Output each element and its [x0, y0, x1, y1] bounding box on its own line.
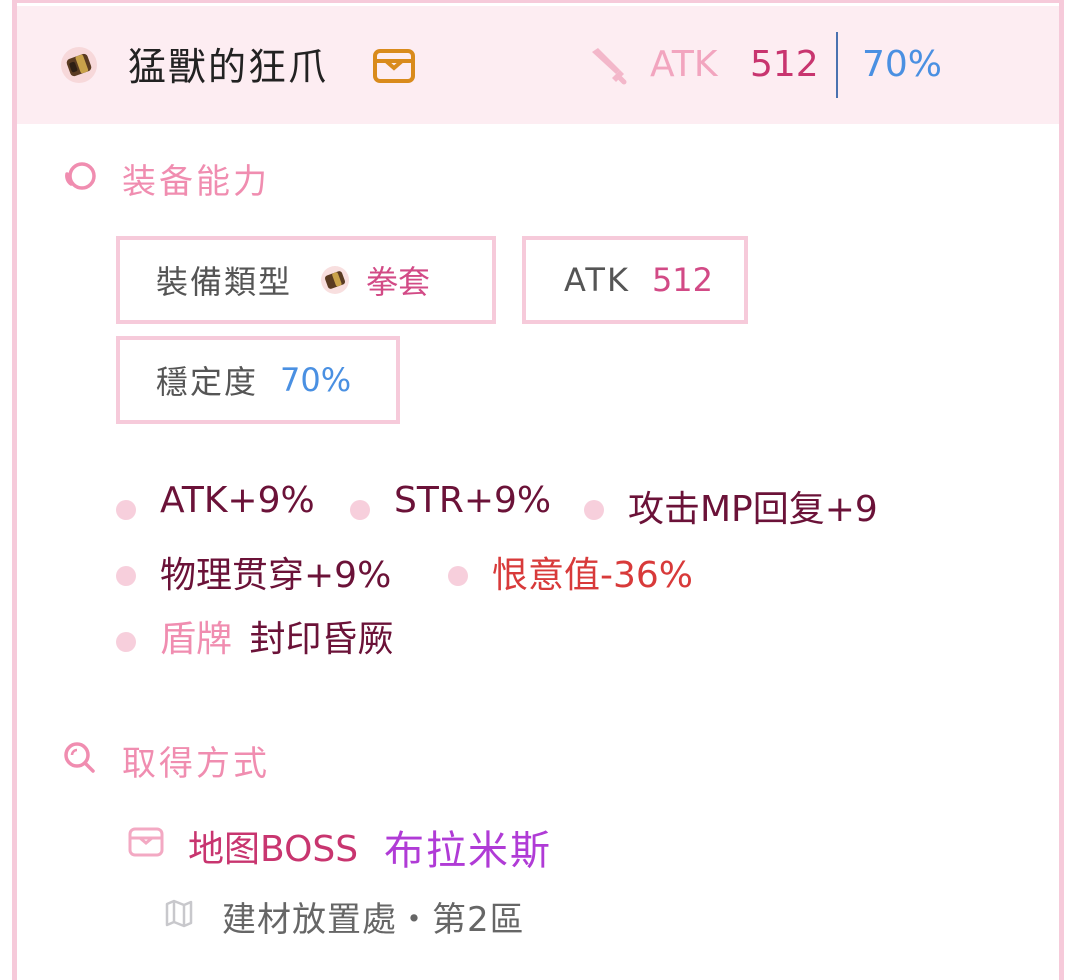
ability-item: 物理贯穿+9%	[160, 555, 392, 596]
source-type: 地图BOSS	[188, 829, 359, 870]
header-divider	[836, 32, 838, 98]
ability-bullet	[350, 500, 370, 520]
equip-section-title: 装备能力	[122, 162, 270, 202]
search-icon	[64, 742, 95, 773]
atk-tag-value: 512	[651, 261, 714, 299]
source-location: 建材放置處・第2區	[222, 900, 525, 940]
stability-tag: 穩定度 70%	[116, 336, 400, 424]
ability-item: 盾牌 封印昏厥	[160, 610, 393, 662]
swirl-icon	[65, 162, 96, 190]
equip-type-label: 裝備類型	[156, 263, 293, 301]
item-name: 猛獸的狂爪	[128, 45, 329, 89]
stability-tag-label: 穩定度	[156, 363, 259, 401]
equip-type-value: 拳套	[366, 263, 431, 301]
treasure-box-icon[interactable]	[372, 46, 416, 86]
ability-bullet	[116, 632, 136, 652]
ability-item: STR+9%	[394, 480, 552, 521]
header-stability-value: 70%	[862, 44, 943, 85]
equip-type-tag: 裝備類型 拳套	[116, 236, 496, 324]
ability-bullet	[116, 500, 136, 520]
atk-tag-label: ATK	[564, 261, 630, 299]
ability-prefix: 盾牌	[160, 619, 233, 660]
ability-item: 恨意值-36%	[492, 555, 694, 596]
header-atk-value: 512	[750, 44, 819, 85]
gauntlet-item-icon	[61, 47, 97, 83]
source-boss-name[interactable]: 布拉米斯	[384, 818, 552, 876]
stability-tag-value: 70%	[280, 361, 352, 399]
gauntlet-icon	[321, 266, 350, 294]
map-icon	[165, 899, 193, 928]
sword-icon	[592, 48, 627, 85]
card-top-border	[17, 0, 1059, 3]
treasure-box-icon	[128, 827, 164, 857]
header-atk-label: ATK	[650, 44, 718, 85]
ability-bullet	[448, 566, 468, 586]
ability-item: ATK+9%	[160, 480, 315, 521]
ability-item: 攻击MP回复+9	[628, 489, 878, 530]
ability-text: 封印昏厥	[249, 619, 394, 660]
atk-tag: ATK 512	[522, 236, 748, 324]
ability-bullet	[584, 500, 604, 520]
acquire-section-title: 取得方式	[122, 744, 270, 784]
ability-bullet	[116, 566, 136, 586]
